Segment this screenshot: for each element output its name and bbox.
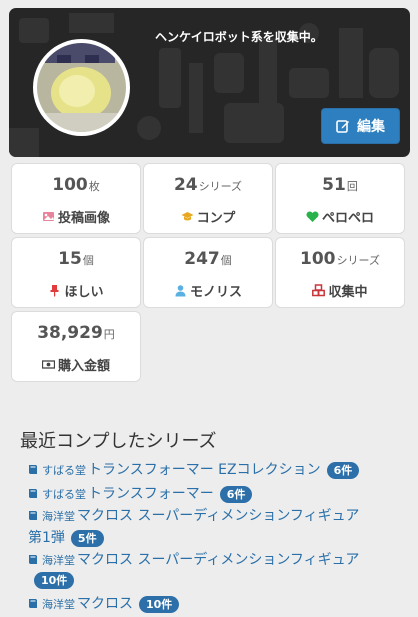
stat-label: ほしい (12, 281, 140, 300)
stat-label: ペロペロ (276, 207, 404, 226)
series-item-cont[interactable]: 第1弾 5件 (28, 528, 104, 549)
series-name[interactable]: トランスフォーマー EZコレクション (88, 462, 321, 478)
stat-value: 38,929円 (37, 323, 115, 343)
book-icon (29, 511, 37, 520)
stat-value: 51回 (322, 175, 358, 195)
series-name[interactable]: マクロス スーパーディメンションフィギュア (77, 508, 359, 524)
count-badge: 6件 (219, 486, 253, 503)
edit-profile-button[interactable]: 編集 (321, 108, 400, 144)
series-item[interactable]: 海洋堂 マクロス スーパーディメンションフィギュア (28, 506, 398, 527)
book-icon (29, 599, 37, 608)
stat-label: 投稿画像 (12, 207, 140, 226)
series-maker[interactable]: 海洋堂 (42, 554, 75, 567)
avatar-image (37, 43, 126, 132)
user-icon (175, 285, 186, 297)
stat-unit: 枚 (88, 180, 100, 193)
series-maker[interactable]: 海洋堂 (42, 510, 75, 523)
stat-card-user[interactable]: 247個モノリス (143, 237, 273, 308)
profile-banner: ヘンケイロボット系を収集中。 編集 (9, 8, 410, 157)
stat-label: モノリス (144, 281, 272, 300)
stat-label: 収集中 (276, 281, 404, 300)
series-name[interactable]: マクロス スーパーディメンションフィギュア (77, 552, 359, 568)
count-badge: 10件 (139, 596, 180, 613)
stat-unit: 回 (346, 180, 358, 193)
stat-label: コンプ (144, 207, 272, 226)
series-item[interactable]: すばる堂 トランスフォーマー EZコレクション 6件 (28, 460, 360, 481)
count-badge: 6件 (326, 462, 360, 479)
series-item[interactable]: 海洋堂 マクロス 10件 (28, 594, 180, 615)
series-maker[interactable]: すばる堂 (42, 464, 86, 477)
book-icon (29, 555, 37, 564)
cubes-icon (312, 284, 326, 297)
edit-label: 編集 (357, 119, 385, 135)
book-icon (29, 489, 37, 498)
stat-card-image[interactable]: 100枚投稿画像 (11, 163, 141, 234)
graduation-cap-icon (181, 212, 194, 221)
series-item-cont: 10件 (34, 571, 75, 591)
series-item[interactable]: すばる堂 トランスフォーマー 6件 (28, 484, 253, 505)
stat-card-cubes[interactable]: 100シリーズ収集中 (275, 237, 405, 308)
heart-icon (306, 211, 319, 222)
stat-card-graduation-cap[interactable]: 24シリーズコンプ (143, 163, 273, 234)
profile-bio: ヘンケイロボット系を収集中。 (155, 30, 323, 44)
book-icon (29, 465, 37, 474)
stat-card-pin[interactable]: 15個ほしい (11, 237, 141, 308)
stat-value: 15個 (58, 249, 94, 269)
stat-card-money[interactable]: 38,929円購入金額 (11, 311, 141, 382)
series-name[interactable]: トランスフォーマー (88, 486, 214, 502)
stat-value: 100シリーズ (300, 249, 380, 269)
edit-icon (336, 120, 349, 133)
stat-unit: シリーズ (198, 180, 243, 193)
count-badge: 5件 (70, 530, 104, 547)
stat-value: 247個 (184, 249, 232, 269)
series-name-cont[interactable]: 第1弾 (28, 530, 65, 546)
pin-icon (50, 285, 59, 297)
series-item[interactable]: 海洋堂 マクロス スーパーディメンションフィギュア (28, 550, 398, 571)
series-maker[interactable]: 海洋堂 (42, 598, 75, 611)
stat-unit: シリーズ (336, 254, 380, 267)
recent-complete-title: 最近コンプしたシリーズ (20, 431, 217, 452)
money-icon (41, 360, 55, 369)
series-maker[interactable]: すばる堂 (42, 488, 86, 501)
avatar[interactable] (33, 39, 130, 136)
stat-card-heart[interactable]: 51回ペロペロ (275, 163, 405, 234)
stat-unit: 個 (220, 254, 232, 267)
series-name[interactable]: マクロス (77, 596, 133, 612)
image-icon (42, 212, 54, 221)
count-badge: 10件 (34, 572, 75, 589)
stat-label: 購入金額 (12, 355, 140, 374)
stat-unit: 個 (82, 254, 94, 267)
stat-unit: 円 (103, 328, 115, 341)
stat-value: 100枚 (52, 175, 100, 195)
stat-value: 24シリーズ (173, 175, 243, 195)
